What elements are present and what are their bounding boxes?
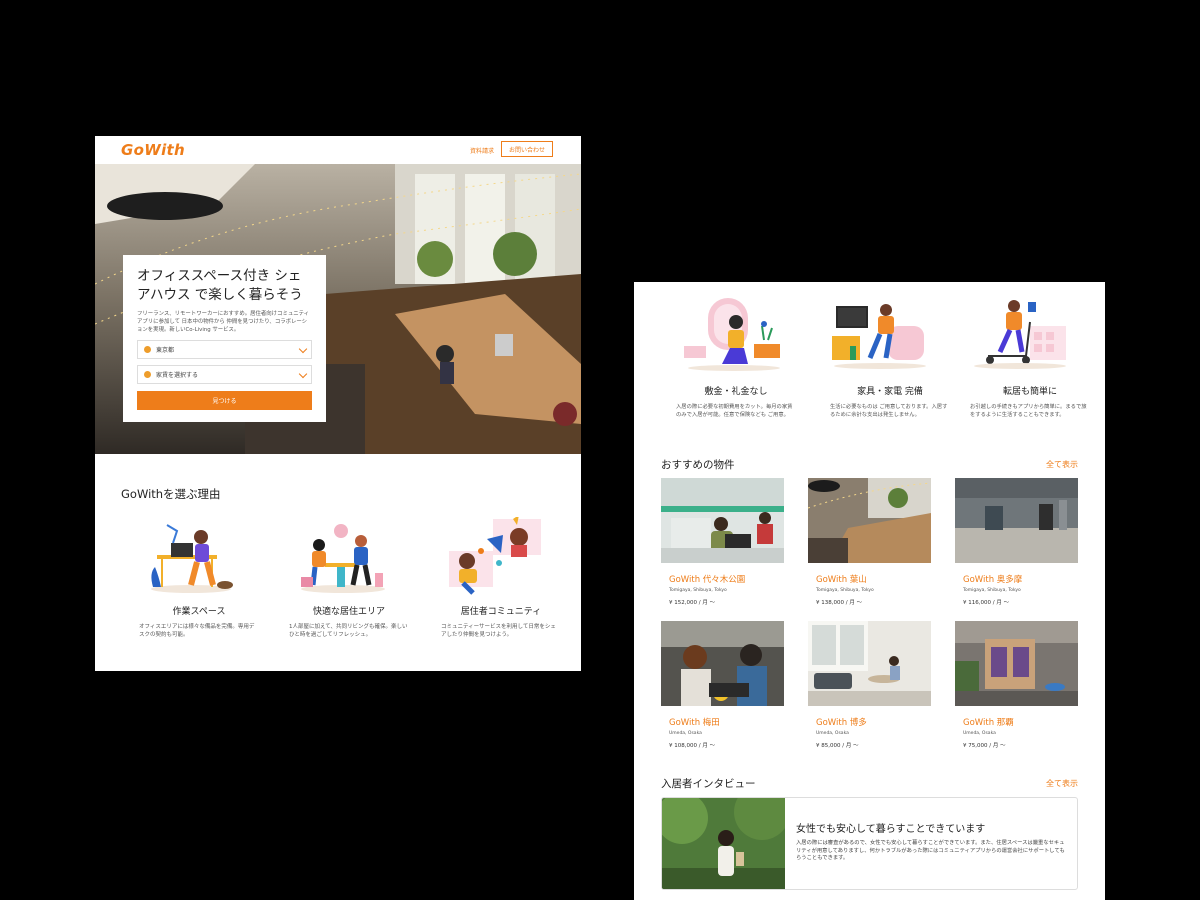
community-illustration: [449, 515, 541, 595]
property-price: ¥ 152,000 / 月 〜: [669, 600, 716, 606]
benefit-title: 敷金・礼金なし: [704, 387, 768, 397]
recommended-title: おすすめの物件: [661, 459, 735, 471]
benefit-title: 家具・家電 完備: [857, 387, 923, 397]
benefit-easy-move: 転居も簡単に お引越しの手続きもアプリから簡単に。まるで旅をするように生活するこ…: [970, 296, 1090, 419]
benefit-no-deposit: 敷金・礼金なし 入居の際に必要な初期費用をカット。毎月の家賃のみで入居が可能。任…: [676, 296, 796, 419]
property-location: Tomigaya, Shibuya, Tokyo: [669, 588, 727, 593]
reason-desc: 1人部屋に加えて、共同リビングも確保。楽しいひと時を過ごしてリフレッシュ。: [289, 624, 408, 638]
property-photo: [955, 621, 1078, 706]
hero-section: オフィススペース付き シェアハウス で楽しく暮らそう フリーランス、リモートワー…: [95, 164, 581, 454]
no-deposit-illustration: [684, 298, 780, 371]
benefit-desc: 生活に必要なものは ご用意しております。入居するために余計な支出は発生しません。: [830, 404, 948, 418]
benefit-desc: 入居の際に必要な初期費用をカット。毎月の家賃のみで入居が可能。任意で保険なども …: [676, 404, 793, 418]
property-name: GoWith 那覇: [963, 718, 1014, 728]
property-photo: [807, 478, 932, 563]
reason-title: 居住者コミュニティ: [460, 607, 542, 617]
property-photo: [661, 478, 784, 563]
chevron-down-icon: [298, 369, 308, 379]
benefit-furnished: 家具・家電 完備 生活に必要なものは ご用意しております。入居するために余計な支…: [830, 296, 950, 419]
property-card[interactable]: GoWith 葉山 Tomigaya, Shibuya, Tokyo ¥ 138…: [807, 478, 932, 606]
property-photo: [955, 478, 1078, 563]
property-location: Umeda, Osaka: [963, 731, 996, 736]
property-price: ¥ 75,000 / 月 〜: [963, 743, 1006, 749]
view-all-properties-link[interactable]: 全て表示: [1046, 459, 1078, 470]
property-location: Tomigaya, Shibuya, Tokyo: [816, 588, 874, 593]
recommended-header: おすすめの物件 全て表示: [661, 457, 1078, 471]
property-photo: [661, 621, 784, 706]
interview-title: 女性でも安心して暮らすことできています: [796, 824, 986, 835]
property-name: GoWith 代々木公園: [669, 575, 746, 585]
workspace-illustration: [151, 524, 233, 593]
brochure-link[interactable]: 資料請求: [470, 146, 494, 155]
furnished-illustration: [832, 304, 926, 369]
reason-title: 快適な居住エリア: [312, 607, 385, 617]
property-price: ¥ 116,000 / 月 〜: [963, 600, 1010, 606]
location-pin-icon: [144, 346, 151, 353]
view-all-interviews-link[interactable]: 全て表示: [1046, 778, 1078, 789]
landing-page-top: GoWith 資料請求 お問い合わせ オフィススペース付き シェアハウス で楽し…: [95, 136, 581, 671]
property-name: GoWith 奥多摩: [963, 575, 1023, 585]
rent-select[interactable]: 家賃を選択する: [137, 365, 312, 384]
property-card[interactable]: GoWith 奥多摩 Tomigaya, Shibuya, Tokyo ¥ 11…: [955, 478, 1078, 606]
interviews-title: 入居者インタビュー: [661, 778, 756, 790]
find-button[interactable]: 見つける: [137, 391, 312, 410]
property-price: ¥ 138,000 / 月 〜: [816, 600, 863, 606]
property-card[interactable]: GoWith 代々木公園 Tomigaya, Shibuya, Tokyo ¥ …: [661, 478, 784, 606]
benefit-title: 転居も簡単に: [1002, 387, 1057, 397]
property-card[interactable]: GoWith 那覇 Umeda, Osaka ¥ 75,000 / 月 〜: [955, 621, 1078, 749]
property-card[interactable]: GoWith 博多 Umeda, Osaka ¥ 85,000 / 月 〜: [808, 621, 931, 749]
interview-photo: [662, 798, 785, 889]
reason-desc: オフィスエリアには様々な備品を完備。専用デスクの契約も可能。: [139, 624, 255, 638]
reason-title: 作業スペース: [172, 607, 226, 617]
property-photo: [808, 621, 931, 706]
hero-title: オフィススペース付き シェアハウス で楽しく暮らそう: [137, 268, 303, 303]
location-value: 東京都: [156, 347, 175, 354]
reason-workspace: 作業スペース オフィスエリアには様々な備品を完備。専用デスクの契約も可能。: [139, 517, 259, 639]
property-name: GoWith 博多: [816, 718, 867, 728]
interviews-header: 入居者インタビュー 全て表示: [661, 776, 1078, 790]
property-name: GoWith 葉山: [816, 575, 867, 585]
property-location: Umeda, Osaka: [816, 731, 849, 736]
reasons-title: GoWithを選ぶ理由: [121, 487, 221, 501]
property-location: Umeda, Osaka: [669, 731, 702, 736]
benefit-desc: お引越しの手続きもアプリから簡単に。まるで旅をするように生活することもできます。: [970, 404, 1087, 418]
hero-description: フリーランス、リモートワーカーにおすすめ。居住者向けコミュニティアプリに参加して…: [137, 311, 310, 333]
interview-desc: 入居の際には審査があるので、女性でも安心して暮らすことができています。また、住居…: [796, 840, 1065, 861]
logo[interactable]: GoWith: [121, 141, 185, 159]
site-header: GoWith 資料請求 お問い合わせ: [95, 136, 581, 164]
search-card: オフィススペース付き シェアハウス で楽しく暮らそう フリーランス、リモートワー…: [123, 255, 326, 422]
chevron-down-icon: [298, 344, 308, 354]
money-bag-icon: [144, 371, 151, 378]
rent-placeholder: 家賃を選択する: [156, 372, 199, 379]
property-name: GoWith 梅田: [669, 718, 720, 728]
property-card[interactable]: GoWith 梅田 Umeda, Osaka ¥ 108,000 / 月 〜: [661, 621, 784, 749]
location-select[interactable]: 東京都: [137, 340, 312, 359]
interview-card[interactable]: 女性でも安心して暮らすことできています 入居の際には審査があるので、女性でも安心…: [661, 797, 1078, 890]
reason-community: 居住者コミュニティ コミュニティーサービスを利用して日常をシェアしたり仲間を見つ…: [441, 515, 561, 639]
reason-desc: コミュニティーサービスを利用して日常をシェアしたり仲間を見つけよう。: [441, 624, 556, 638]
reason-living: 快適な居住エリア 1人部屋に加えて、共同リビングも確保。楽しいひと時を過ごしてリ…: [289, 517, 409, 639]
living-area-illustration: [301, 524, 385, 593]
contact-button[interactable]: お問い合わせ: [501, 141, 553, 157]
property-price: ¥ 108,000 / 月 〜: [669, 743, 716, 749]
landing-page-bottom: 敷金・礼金なし 入居の際に必要な初期費用をカット。毎月の家賃のみで入居が可能。任…: [634, 282, 1105, 900]
easy-move-illustration: [974, 300, 1066, 369]
property-location: Tomigaya, Shibuya, Tokyo: [963, 588, 1021, 593]
property-price: ¥ 85,000 / 月 〜: [816, 743, 859, 749]
